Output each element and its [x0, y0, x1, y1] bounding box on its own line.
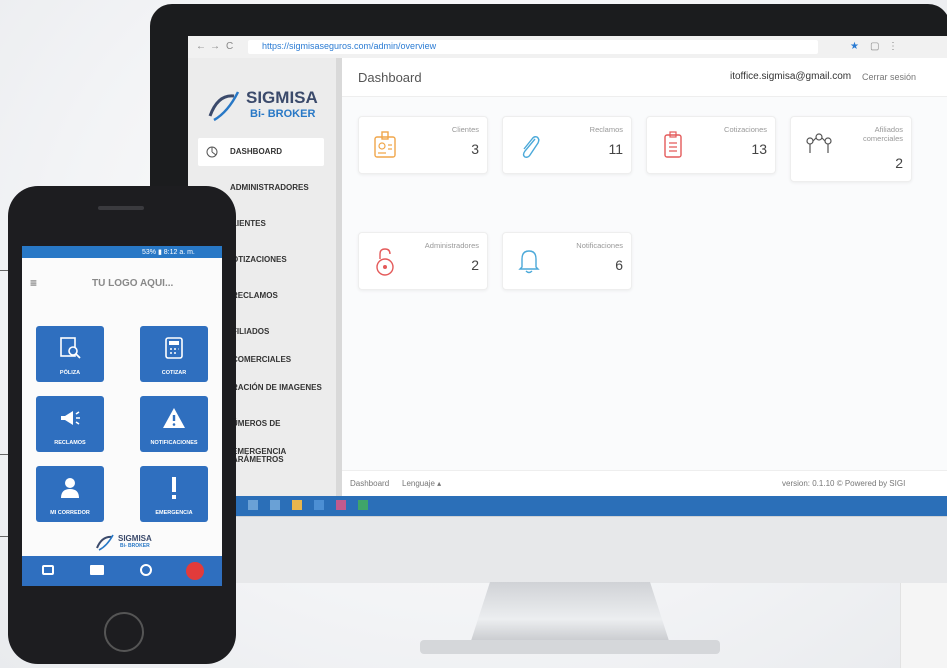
- stat-label: Cotizaciones: [724, 125, 767, 134]
- tile-label: RECLAMOS: [54, 440, 86, 446]
- stat-label: Clientes: [451, 125, 479, 134]
- tile-label: NOTIFICACIONES: [150, 440, 198, 446]
- bell-icon: [518, 250, 540, 274]
- brand-tagline: Bi- BROKER: [250, 108, 316, 120]
- footer-bar: Dashboard Lenguaje ▴ version: 0.1.10 © P…: [342, 470, 947, 497]
- tile-label: EMERGENCIA: [155, 510, 193, 516]
- sigmisa-logo-icon: [208, 91, 240, 122]
- language-dropdown[interactable]: Lenguaje ▴: [402, 479, 441, 488]
- sidebar-item-label: RECLAMOS: [232, 291, 278, 300]
- logout-link[interactable]: Cerrar sesión: [862, 72, 916, 82]
- monitor-screen: ← → C https://sigmisaseguros.com/admin/o…: [188, 36, 947, 516]
- phone-brand-name: SIGMISA: [118, 534, 152, 543]
- os-taskbar: [188, 496, 947, 516]
- sidebar-item-label: LIENTES: [232, 219, 266, 228]
- calculator-icon: [165, 337, 183, 359]
- lock-icon: [376, 248, 394, 276]
- phone-brand-tagline: Bi- BROKER: [120, 543, 150, 549]
- tile-emergencia[interactable]: EMERGENCIA: [140, 466, 208, 522]
- reload-icon[interactable]: C: [226, 41, 233, 52]
- status-text: 53% ▮ 8:12 a. m.: [142, 249, 195, 256]
- tile-notificaciones[interactable]: NOTIFICACIONES: [140, 396, 208, 452]
- stat-label: Reclamos: [589, 125, 623, 134]
- forward-icon[interactable]: →: [210, 41, 220, 52]
- footer-dashboard-link[interactable]: Dashboard: [350, 479, 389, 488]
- paperclip-icon: [522, 136, 540, 158]
- tile-cotizar[interactable]: COTIZAR: [140, 326, 208, 382]
- phone-status-bar: 53% ▮ 8:12 a. m.: [22, 246, 222, 258]
- megaphone-icon: [61, 411, 80, 425]
- logo-placeholder: TU LOGO AQUI...: [92, 278, 174, 289]
- taskbar-app-icon[interactable]: [336, 500, 346, 510]
- id-badge-icon: [374, 131, 396, 158]
- stat-card-administradores[interactable]: Administradores 2: [358, 232, 488, 290]
- stat-value: 11: [608, 141, 623, 157]
- sidebar-item-label: ADMINISTRADORES: [230, 183, 309, 192]
- stat-label: Afiliados comerciales: [862, 125, 903, 143]
- exclamation-icon: [172, 477, 176, 499]
- brand-name: SIGMISA: [246, 88, 318, 107]
- sidebar-item-label: FILIADOS COMERCIALES: [232, 327, 292, 364]
- monitor-stand: [470, 582, 670, 644]
- sidebar-item-label: ARÁMETROS: [232, 455, 284, 464]
- phone-speaker: [98, 206, 144, 210]
- phone-home-button[interactable]: [104, 612, 144, 652]
- sidebar-item-dashboard[interactable]: DASHBOARD: [198, 138, 324, 166]
- stat-card-clientes[interactable]: Clientes 3: [358, 116, 488, 174]
- page-title: Dashboard: [358, 70, 422, 85]
- monitor-base: [420, 640, 720, 654]
- sidebar-item-label: OTIZACIONES: [232, 255, 287, 264]
- url-text: https://sigmisaseguros.com/admin/overvie…: [262, 41, 437, 51]
- menu-dots-icon[interactable]: ⋮: [888, 41, 898, 52]
- stat-value: 3: [471, 141, 479, 157]
- user-email: itoffice.sigmisa@gmail.com: [730, 71, 852, 82]
- bookmark-star-icon[interactable]: ★: [850, 41, 859, 52]
- monitor-chin: [150, 516, 947, 583]
- back-icon[interactable]: ←: [196, 41, 206, 52]
- warning-icon: [163, 408, 185, 428]
- version-text: version: 0.1.10 © Powered by SIGI: [782, 479, 906, 488]
- stat-label: Administradores: [424, 241, 479, 250]
- phone-screen: 53% ▮ 8:12 a. m. ≡ TU LOGO AQUI... PÓLIZ…: [22, 246, 222, 586]
- stat-value: 2: [895, 155, 903, 171]
- sidebar-item-label: DASHBOARD: [230, 147, 282, 156]
- mail-icon[interactable]: [90, 565, 104, 575]
- tile-mi-corredor[interactable]: MI CORREDOR: [36, 466, 104, 522]
- sigmisa-logo-icon: [96, 534, 114, 551]
- stat-card-notificaciones[interactable]: Notificaciones 6: [502, 232, 632, 290]
- phone-bottom-nav: [22, 556, 222, 586]
- stat-value: 2: [471, 257, 479, 273]
- taskbar-app-icon[interactable]: [358, 500, 368, 510]
- sidebar-item-label: RACIÓN DE IMAGENES: [232, 383, 322, 392]
- tile-label: PÓLIZA: [59, 370, 81, 376]
- taskbar-app-icon[interactable]: [292, 500, 302, 510]
- taskbar-app-icon[interactable]: [314, 500, 324, 510]
- taskbar-app-icon[interactable]: [248, 500, 258, 510]
- tile-label: MI CORREDOR: [50, 510, 90, 516]
- stat-card-afiliados[interactable]: Afiliados comerciales 2: [790, 116, 912, 182]
- document-search-icon: [60, 337, 81, 359]
- brand-logo: SIGMISA Bi- BROKER: [204, 82, 324, 132]
- tile-label: COTIZAR: [161, 370, 187, 376]
- stat-card-reclamos[interactable]: Reclamos 11: [502, 116, 632, 174]
- stat-label: Notificaciones: [576, 241, 623, 250]
- top-header: Dashboard itoffice.sigmisa@gmail.com Cer…: [342, 58, 947, 97]
- hamburger-menu-icon[interactable]: ≡: [30, 276, 37, 290]
- stat-value: 13: [751, 141, 767, 157]
- main-content: Dashboard itoffice.sigmisa@gmail.com Cer…: [342, 58, 947, 497]
- person-icon: [61, 478, 79, 498]
- location-icon[interactable]: [140, 564, 152, 576]
- browser-toolbar: ← → C https://sigmisaseguros.com/admin/o…: [188, 36, 947, 59]
- power-icon[interactable]: [186, 562, 204, 580]
- stat-value: 6: [615, 257, 623, 273]
- taskbar-app-icon[interactable]: [270, 500, 280, 510]
- network-icon: [806, 133, 832, 153]
- pie-chart-icon: [206, 146, 218, 158]
- tile-poliza[interactable]: PÓLIZA: [36, 326, 104, 382]
- tile-reclamos[interactable]: RECLAMOS: [36, 396, 104, 452]
- stat-card-cotizaciones[interactable]: Cotizaciones 13: [646, 116, 776, 174]
- clipboard-icon: [664, 131, 682, 158]
- extension-icon[interactable]: ▢: [870, 41, 879, 52]
- chat-icon[interactable]: [42, 565, 54, 575]
